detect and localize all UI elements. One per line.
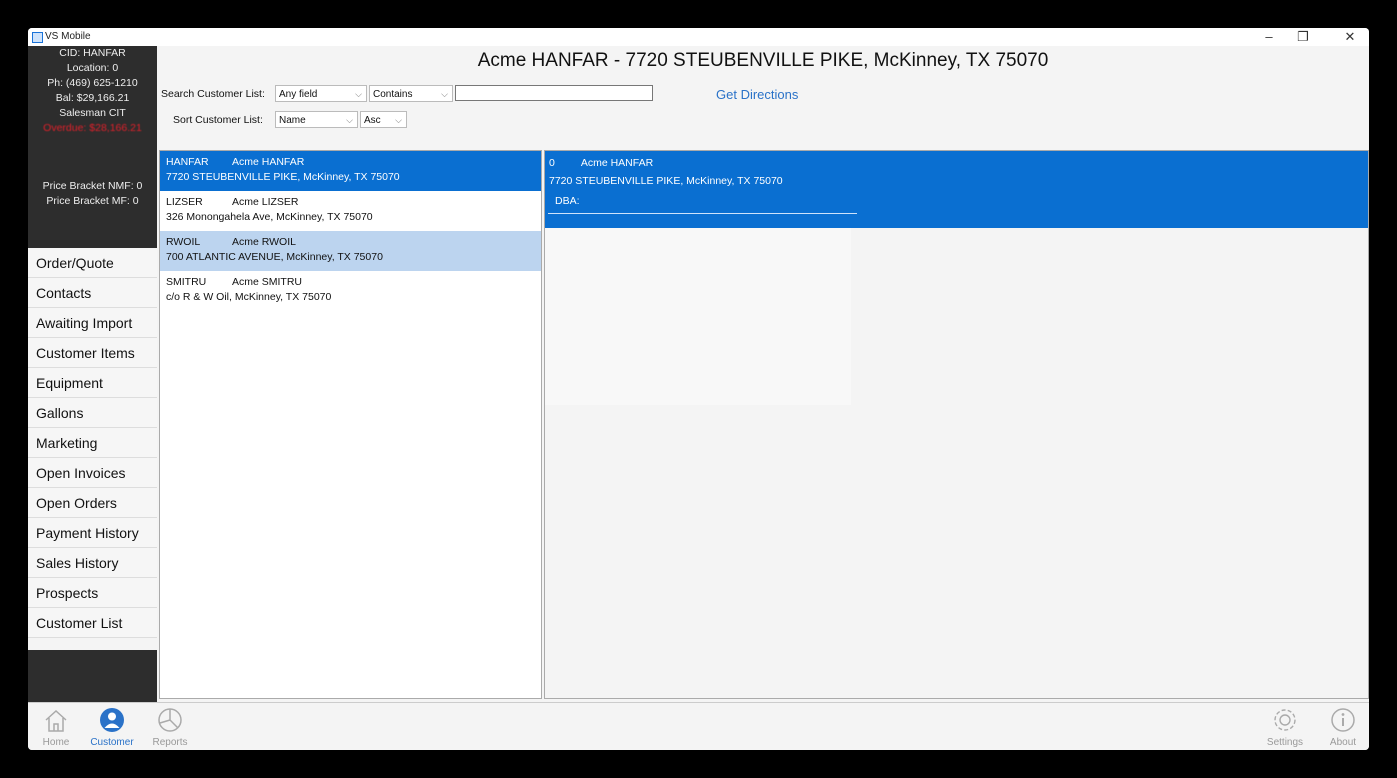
- page-title: Acme HANFAR - 7720 STEUBENVILLE PIKE, Mc…: [477, 50, 1049, 71]
- customer-address: c/o R & W Oil, McKinney, TX 75070: [166, 291, 332, 303]
- home-nav[interactable]: Home: [36, 707, 76, 748]
- sidebar-item-gallons[interactable]: Gallons: [28, 398, 157, 428]
- location-detail-header[interactable]: 0 Acme HANFAR 7720 STEUBENVILLE PIKE, McK…: [545, 151, 1368, 228]
- sidebar-footer: [28, 650, 157, 702]
- chevron-down-icon: ⌵: [346, 115, 353, 125]
- customer-address: 7720 STEUBENVILLE PIKE, McKinney, TX 750…: [166, 171, 400, 183]
- list-item[interactable]: LIZSER Acme LIZSER 326 Monongahela Ave, M…: [160, 191, 541, 231]
- sidebar-item-order-quote[interactable]: Order/Quote: [28, 248, 157, 278]
- price-bracket-mf: Price Bracket MF: 0: [46, 195, 139, 207]
- customer-address: 326 Monongahela Ave, McKinney, TX 75070: [166, 211, 373, 223]
- customer-name: Acme HANFAR: [232, 156, 305, 168]
- reports-nav[interactable]: Reports: [146, 707, 194, 748]
- sidebar-item-customer-items[interactable]: Customer Items: [28, 338, 157, 368]
- sidebar-item-open-invoices[interactable]: Open Invoices: [28, 458, 157, 488]
- customer-phone: Ph: (469) 625-1210: [47, 77, 138, 89]
- sort-order-select[interactable]: Asc ⌵: [360, 111, 407, 128]
- chevron-down-icon: ⌵: [355, 89, 362, 99]
- search-mode-select[interactable]: Contains ⌵: [369, 85, 453, 102]
- sort-field-select[interactable]: Name ⌵: [275, 111, 358, 128]
- home-icon: [45, 709, 67, 732]
- app-icon: [32, 32, 43, 43]
- get-directions-link[interactable]: Get Directions: [716, 87, 798, 102]
- customer-info-panel: CID: HANFAR Location: 0 Ph: (469) 625-12…: [28, 46, 157, 258]
- customer-code: SMITRU: [166, 276, 207, 288]
- search-field-value: Any field: [279, 89, 318, 100]
- location-detail-pane: 0 Acme HANFAR 7720 STEUBENVILLE PIKE, McK…: [544, 150, 1369, 699]
- chevron-down-icon: ⌵: [395, 115, 402, 125]
- search-input[interactable]: [455, 85, 653, 101]
- settings-nav[interactable]: Settings: [1260, 707, 1310, 748]
- detail-body: [545, 228, 851, 405]
- customer-name: Acme LIZSER: [232, 196, 299, 208]
- reports-label: Reports: [152, 737, 188, 748]
- close-button[interactable]: ✕: [1339, 29, 1361, 45]
- search-label: Search Customer List:: [161, 88, 265, 100]
- customer-balance: Bal: $29,166.21: [55, 92, 130, 104]
- sidebar-item-customer-list[interactable]: Customer List: [28, 608, 157, 638]
- customer-name: Acme SMITRU: [232, 276, 303, 288]
- sidebar-nav: Order/Quote Contacts Awaiting Import Cus…: [28, 248, 157, 638]
- sort-field-value: Name: [279, 115, 306, 126]
- sidebar-item-open-orders[interactable]: Open Orders: [28, 488, 157, 518]
- sidebar-item-awaiting-import[interactable]: Awaiting Import: [28, 308, 157, 338]
- list-item[interactable]: RWOIL Acme RWOIL 700 ATLANTIC AVENUE, McK…: [160, 231, 541, 271]
- customer-overdue: Overdue: $28,166.21: [43, 122, 142, 134]
- sort-label: Sort Customer List:: [173, 114, 263, 126]
- sidebar-item-equipment[interactable]: Equipment: [28, 368, 157, 398]
- customer-list: HANFAR Acme HANFAR 7720 STEUBENVILLE PIKE…: [159, 150, 542, 699]
- sidebar-item-contacts[interactable]: Contacts: [28, 278, 157, 308]
- title-bar: VS Mobile – ❐ ✕: [28, 28, 1369, 46]
- customer-location: Location: 0: [66, 62, 119, 74]
- customer-salesman: Salesman CIT: [59, 107, 126, 119]
- customer-label: Customer: [90, 737, 134, 748]
- app-title: VS Mobile: [45, 31, 91, 42]
- list-item[interactable]: HANFAR Acme HANFAR 7720 STEUBENVILLE PIKE…: [160, 151, 541, 191]
- chevron-down-icon: ⌵: [441, 89, 448, 99]
- minimize-button[interactable]: –: [1258, 29, 1280, 44]
- sidebar-item-sales-history[interactable]: Sales History: [28, 548, 157, 578]
- customer-nav[interactable]: Customer: [84, 707, 140, 748]
- dba-underline: [548, 213, 857, 214]
- location-address: 7720 STEUBENVILLE PIKE, McKinney, TX 750…: [549, 175, 783, 187]
- list-item[interactable]: SMITRU Acme SMITRU c/o R & W Oil, McKinne…: [160, 271, 541, 311]
- customer-address: 700 ATLANTIC AVENUE, McKinney, TX 75070: [166, 251, 383, 263]
- settings-label: Settings: [1266, 737, 1304, 748]
- sidebar-item-payment-history[interactable]: Payment History: [28, 518, 157, 548]
- location-number: 0: [549, 157, 555, 169]
- about-label: About: [1329, 737, 1357, 748]
- customer-id: CID: HANFAR: [59, 47, 126, 59]
- info-icon: [1331, 708, 1355, 732]
- location-name: Acme HANFAR: [580, 157, 654, 169]
- gear-icon: [1274, 709, 1296, 731]
- customer-code: RWOIL: [166, 236, 201, 248]
- customer-name: Acme RWOIL: [232, 236, 296, 248]
- search-mode-value: Contains: [373, 89, 413, 100]
- customer-code: HANFAR: [166, 156, 209, 168]
- home-label: Home: [42, 737, 70, 748]
- reports-icon: [158, 708, 182, 732]
- sort-order-value: Asc: [364, 115, 381, 126]
- about-nav[interactable]: About: [1323, 707, 1363, 748]
- app-window: VS Mobile – ❐ ✕ CID: HANFAR Location: 0 …: [28, 28, 1369, 750]
- customer-code: LIZSER: [166, 196, 203, 208]
- sidebar-item-prospects[interactable]: Prospects: [28, 578, 157, 608]
- search-field-select[interactable]: Any field ⌵: [275, 85, 367, 102]
- restore-button[interactable]: ❐: [1292, 29, 1314, 45]
- sidebar-item-marketing[interactable]: Marketing: [28, 428, 157, 458]
- price-bracket-nmf: Price Bracket NMF: 0: [42, 180, 143, 192]
- dba-label: DBA:: [555, 195, 580, 207]
- customer-icon: [100, 708, 124, 732]
- bottom-nav-bar: Home Customer Reports Settings About: [28, 702, 1369, 750]
